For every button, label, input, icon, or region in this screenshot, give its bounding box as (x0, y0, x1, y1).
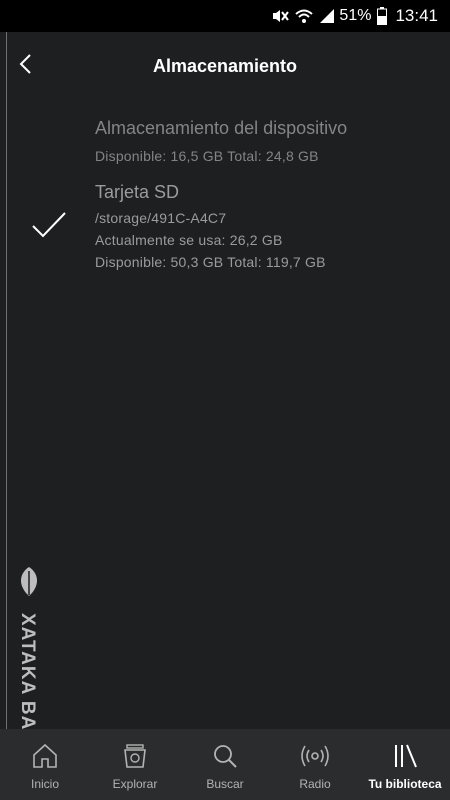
signal-icon (319, 8, 335, 24)
storage-option-detail: Disponible: 50,3 GB Total: 119,7 GB (95, 254, 326, 270)
clock: 13:41 (395, 6, 438, 25)
nav-label: Radio (299, 777, 331, 791)
nav-item-inicio[interactable]: Inicio (0, 729, 90, 800)
storage-option-title: Tarjeta SD (95, 182, 180, 202)
battery-percent: 51% (339, 7, 372, 24)
nav-label: Buscar (206, 777, 244, 791)
leaf-logo-icon (16, 565, 42, 602)
storage-option-detail: Disponible: 16,5 GB Total: 24,8 GB (95, 148, 319, 164)
storage-option-sd-card[interactable]: Tarjeta SD /storage/491C-A4C7 Actualment… (0, 182, 450, 272)
nav-label: Tu biblioteca (368, 777, 442, 791)
header: Almacenamiento (0, 32, 450, 100)
nav-label: Inicio (30, 777, 59, 791)
storage-option-title: Almacenamiento del dispositivo (95, 118, 348, 138)
storage-option-path: /storage/491C-A4C7 (95, 210, 227, 226)
page-title: Almacenamiento (152, 56, 298, 76)
storage-option-device[interactable]: Almacenamiento del dispositivo Disponibl… (0, 118, 450, 170)
storage-option-used: Actualmente se usa: 26,2 GB (95, 232, 283, 248)
explore-icon (122, 742, 148, 770)
nav-item-radio[interactable]: Radio (270, 729, 360, 800)
radio-icon (300, 742, 330, 770)
search-icon (212, 742, 238, 770)
status-bar: 51% 13:41 (0, 0, 450, 32)
check-icon (30, 210, 68, 245)
home-icon (31, 742, 59, 770)
nav-item-tu-biblioteca[interactable]: Tu biblioteca (360, 729, 450, 800)
nav-label: Explorar (112, 777, 158, 791)
wifi-icon (295, 8, 314, 24)
bottom-nav: Inicio Explorar Buscar Radio Tu bibliote… (0, 729, 450, 800)
mute-icon (271, 8, 290, 24)
battery-icon (377, 7, 388, 25)
library-icon (391, 742, 419, 770)
nav-item-explorar[interactable]: Explorar (90, 729, 180, 800)
nav-item-buscar[interactable]: Buscar (180, 729, 270, 800)
